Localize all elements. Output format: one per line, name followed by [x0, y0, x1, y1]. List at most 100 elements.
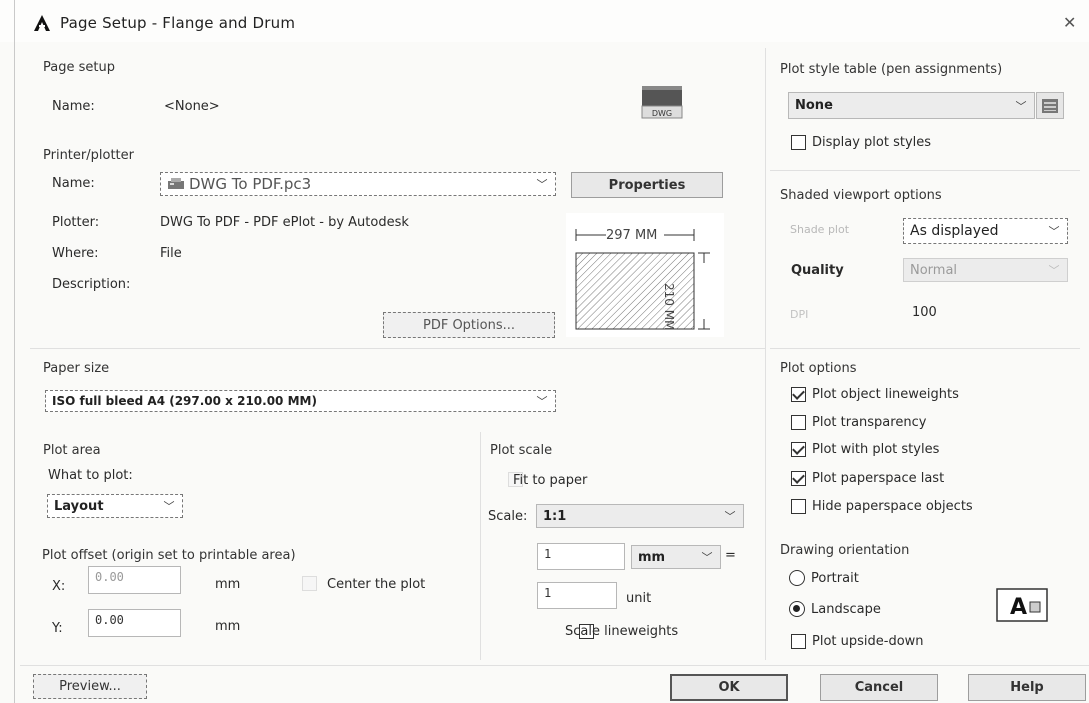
- divider: [30, 348, 765, 349]
- plot-offset-header: Plot offset (origin set to printable are…: [42, 548, 296, 563]
- preview-button[interactable]: Preview...: [33, 674, 147, 699]
- offset-x-input[interactable]: 0.00: [88, 566, 181, 594]
- plot-option-label: Plot paperspace last: [812, 471, 945, 486]
- plot-transparency-checkbox[interactable]: [791, 415, 806, 430]
- printer-name-select[interactable]: DWG To PDF.pc3 ﹀: [160, 172, 556, 196]
- offset-y-unit: mm: [215, 619, 241, 634]
- divider: [765, 48, 766, 660]
- portrait-option[interactable]: Portrait: [789, 570, 859, 586]
- display-plot-styles-checkbox[interactable]: [791, 135, 806, 150]
- plot-style-header: Plot style table (pen assignments): [780, 62, 1003, 77]
- printer-name-value: DWG To PDF.pc3: [189, 175, 312, 193]
- fit-to-paper-label: Fit to paper: [513, 473, 588, 488]
- page-setup-header: Page setup: [43, 60, 115, 75]
- upside-down-checkbox[interactable]: [791, 634, 806, 649]
- scale-denominator-input[interactable]: 1: [537, 582, 617, 609]
- scale-unit-select[interactable]: mm ﹀: [631, 545, 721, 569]
- plot-options-header: Plot options: [780, 361, 857, 376]
- paper-size-header: Paper size: [43, 361, 110, 376]
- what-to-plot-label: What to plot:: [48, 468, 133, 483]
- scale-denominator-unit: unit: [626, 591, 652, 606]
- shade-plot-select[interactable]: As displayed ﹀: [903, 218, 1068, 244]
- plot-scale-header: Plot scale: [490, 443, 553, 458]
- divider: [770, 348, 1080, 349]
- plot-option-label: Plot transparency: [812, 415, 927, 430]
- chevron-down-icon: ﹀: [701, 551, 713, 564]
- window-edge: [14, 0, 15, 703]
- plot-option-item[interactable]: Plot object lineweights: [791, 387, 959, 402]
- pdf-options-button[interactable]: PDF Options...: [383, 312, 555, 338]
- chevron-down-icon: ﹀: [536, 395, 548, 408]
- shade-plot-value: As displayed: [910, 223, 999, 239]
- display-plot-styles-option[interactable]: Display plot styles: [791, 135, 931, 150]
- page-setup-name-value: <None>: [164, 99, 220, 114]
- plot-style-value: None: [795, 98, 833, 113]
- offset-y-label: Y:: [52, 621, 63, 636]
- help-button[interactable]: Help: [968, 674, 1086, 701]
- plot-area-header: Plot area: [43, 443, 101, 458]
- plot-option-item[interactable]: Plot transparency: [791, 415, 926, 430]
- svg-text:DWG: DWG: [652, 109, 672, 118]
- quality-value: Normal: [910, 262, 958, 278]
- center-plot-checkbox[interactable]: [302, 576, 317, 591]
- landscape-option[interactable]: Landscape: [789, 601, 881, 617]
- plot-paperspace-last-checkbox[interactable]: [791, 471, 806, 486]
- chevron-down-icon: ﹀: [536, 178, 548, 191]
- what-to-plot-select[interactable]: Layout ﹀: [47, 494, 183, 518]
- printer-name-label: Name:: [52, 176, 95, 191]
- display-plot-styles-label: Display plot styles: [812, 135, 932, 150]
- center-plot-label: Center the plot: [327, 577, 426, 592]
- plot-option-label: Plot with plot styles: [812, 442, 940, 457]
- svg-text:A: A: [1010, 595, 1027, 620]
- scale-label: Scale:: [488, 509, 528, 524]
- plot-lineweights-checkbox[interactable]: [791, 387, 806, 402]
- plot-with-styles-checkbox[interactable]: [791, 442, 806, 457]
- plot-option-item[interactable]: Plot paperspace last: [791, 471, 944, 486]
- landscape-label: Landscape: [811, 601, 881, 617]
- where-value: File: [160, 246, 182, 261]
- description-label: Description:: [52, 277, 131, 292]
- scale-select[interactable]: 1:1 ﹀: [536, 504, 744, 528]
- orientation-header: Drawing orientation: [780, 543, 910, 558]
- offset-x-label: X:: [52, 579, 66, 594]
- plotter-value: DWG To PDF - PDF ePlot - by Autodesk: [160, 215, 409, 230]
- plotter-label: Plotter:: [52, 215, 100, 230]
- plot-option-label: Plot object lineweights: [812, 387, 959, 402]
- close-icon[interactable]: ✕: [1063, 13, 1076, 32]
- plotter-icon: [168, 178, 184, 189]
- plot-style-select[interactable]: None ﹀: [788, 92, 1035, 119]
- equals-sign: =: [725, 548, 736, 563]
- hide-paperspace-checkbox[interactable]: [791, 499, 806, 514]
- offset-y-input[interactable]: 0.00: [88, 609, 181, 637]
- ok-button[interactable]: OK: [670, 674, 788, 701]
- paper-size-value: ISO full bleed A4 (297.00 x 210.00 MM): [52, 394, 317, 408]
- upside-down-option[interactable]: Plot upside-down: [791, 634, 924, 649]
- preview-height-label: 210 MM: [662, 283, 676, 331]
- plot-option-item[interactable]: Plot with plot styles: [791, 442, 939, 457]
- quality-select[interactable]: Normal ﹀: [903, 258, 1068, 282]
- scale-value: 1:1: [543, 508, 567, 524]
- chevron-down-icon: ﹀: [1048, 264, 1060, 277]
- scale-numerator-input[interactable]: 1: [537, 543, 625, 570]
- paper-size-select[interactable]: ISO full bleed A4 (297.00 x 210.00 MM) ﹀: [45, 390, 556, 412]
- divider: [770, 170, 1080, 171]
- preview-width-label: 297 MM: [606, 228, 658, 243]
- dwg-icon: DWG: [641, 86, 683, 119]
- dpi-label: DPI: [790, 308, 809, 321]
- shade-plot-label: Shade plot: [790, 223, 850, 236]
- divider: [480, 432, 481, 660]
- paper-preview: 297 MM 210 MM: [566, 213, 724, 337]
- plot-option-item[interactable]: Hide paperspace objects: [791, 499, 973, 514]
- cancel-button[interactable]: Cancel: [820, 674, 938, 701]
- properties-button[interactable]: Properties: [571, 172, 723, 198]
- landscape-a-icon: A: [996, 588, 1048, 622]
- page-setup-name-label: Name:: [52, 99, 95, 114]
- landscape-radio[interactable]: [789, 601, 805, 617]
- edit-table-icon[interactable]: [1036, 92, 1064, 119]
- portrait-radio[interactable]: [789, 570, 805, 586]
- autocad-a-icon: [34, 15, 50, 31]
- dpi-value[interactable]: 100: [912, 305, 937, 320]
- scale-lineweights-label: Scale lineweights: [565, 624, 679, 639]
- portrait-label: Portrait: [811, 570, 859, 586]
- upside-down-label: Plot upside-down: [812, 634, 924, 649]
